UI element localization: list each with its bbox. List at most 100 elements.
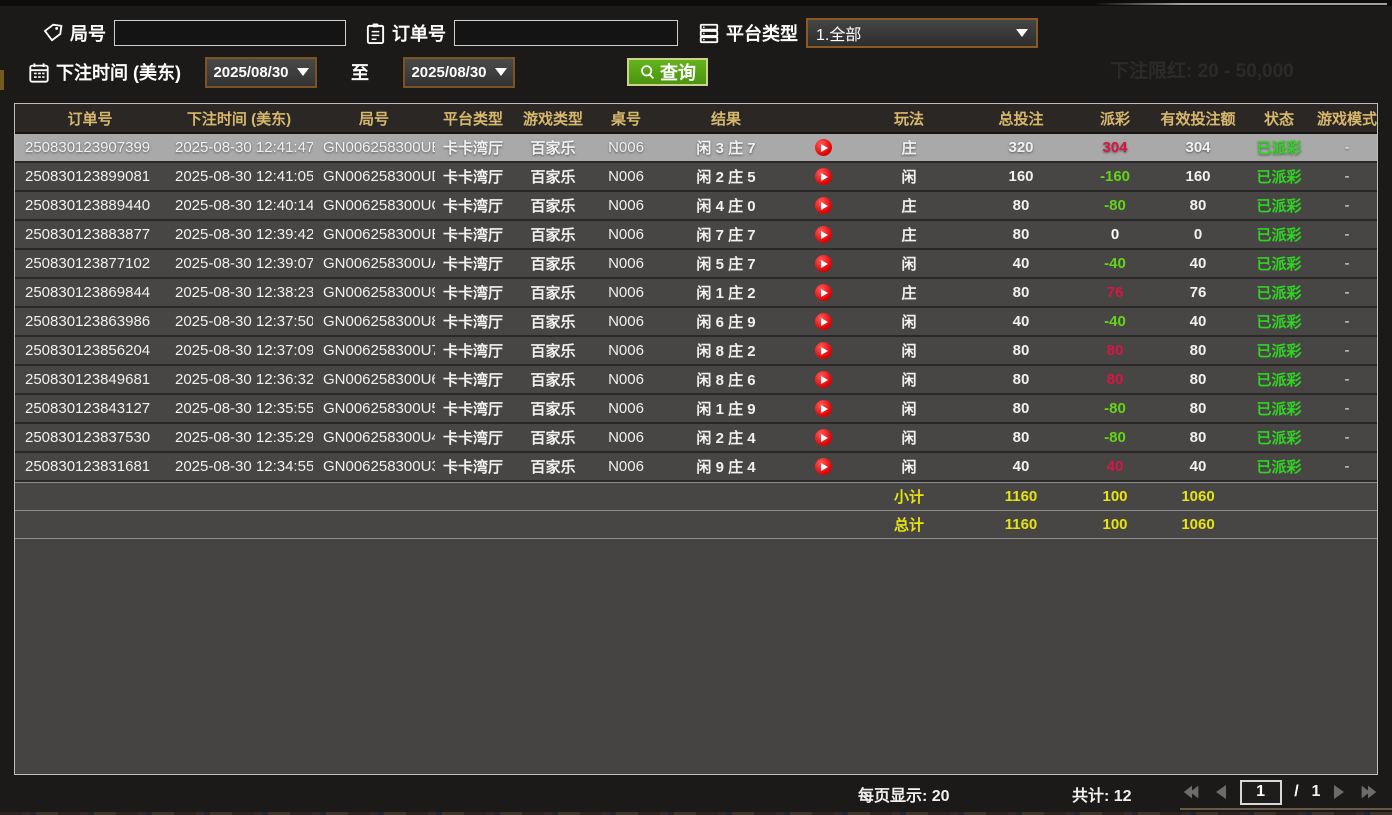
table-body: 2508301239073992025-08-30 12:41:47GN0062…: [15, 134, 1377, 482]
order-id-input[interactable]: [454, 20, 678, 46]
table-row[interactable]: 2508301238562042025-08-30 12:37:09GN0062…: [15, 337, 1377, 366]
platform-stack-icon: [698, 22, 720, 44]
cell-total-bet: 80: [967, 371, 1075, 388]
cell-result: 闲 3 庄 7: [657, 137, 795, 158]
table-row[interactable]: 2508301238431272025-08-30 12:35:55GN0062…: [15, 395, 1377, 424]
play-replay-icon[interactable]: [815, 371, 832, 388]
cell-game-mode: -: [1317, 139, 1377, 156]
cell-payout: -80: [1075, 400, 1155, 417]
date-to-value: 2025/08/30: [411, 64, 486, 81]
table-row[interactable]: 2508301239073992025-08-30 12:41:47GN0062…: [15, 134, 1377, 163]
cell-bet-option: 闲: [851, 340, 967, 361]
pagination-bar: 每页显示: 20 共计: 12 1 / 1: [0, 776, 1392, 808]
table-row[interactable]: 2508301238894402025-08-30 12:40:14GN0062…: [15, 192, 1377, 221]
play-replay-icon[interactable]: [815, 458, 832, 475]
cell-round-id: GN006258300U3: [313, 458, 435, 475]
table-row[interactable]: 2508301238838772025-08-30 12:39:42GN0062…: [15, 221, 1377, 250]
play-replay-icon[interactable]: [815, 255, 832, 272]
cell-round-id: GN006258300U8: [313, 313, 435, 330]
cell-bet-time: 2025-08-30 12:37:09: [165, 342, 313, 359]
cell-platform: 卡卡湾厅: [435, 340, 511, 361]
cell-game-type: 百家乐: [511, 166, 595, 187]
subtotal-row: 小计11601001060: [15, 482, 1377, 510]
play-replay-icon[interactable]: [815, 226, 832, 243]
cell-payout: 304: [1075, 139, 1155, 156]
top-edge-line: [1095, 3, 1387, 5]
cell-result: 闲 2 庄 4: [657, 427, 795, 448]
prev-page-button[interactable]: [1215, 784, 1227, 800]
cell-round-id: GN006258300U7: [313, 342, 435, 359]
cell-result: 闲 1 庄 9: [657, 398, 795, 419]
cell-replay: [795, 139, 851, 157]
table-row[interactable]: 2508301238990812025-08-30 12:41:05GN0062…: [15, 163, 1377, 192]
column-header-3: 平台类型: [435, 108, 511, 129]
cell-status: 已派彩: [1241, 456, 1317, 477]
cell-payout: -40: [1075, 313, 1155, 330]
cell-platform: 卡卡湾厅: [435, 398, 511, 419]
page-number-input[interactable]: 1: [1240, 780, 1282, 805]
play-replay-icon[interactable]: [815, 197, 832, 214]
round-id-input[interactable]: [114, 20, 346, 46]
play-replay-icon[interactable]: [815, 313, 832, 330]
cell-game-mode: -: [1317, 197, 1377, 214]
cell-status: 已派彩: [1241, 224, 1317, 245]
filter-bar-dates: 下注时间 (美东) 2025/08/30 至 2025/08/30 查询: [0, 55, 708, 89]
play-replay-icon[interactable]: [815, 284, 832, 301]
play-replay-icon[interactable]: [815, 168, 832, 185]
table-row[interactable]: 2508301238375302025-08-30 12:35:29GN0062…: [15, 424, 1377, 453]
play-replay-icon[interactable]: [815, 139, 832, 156]
cell-game-mode: -: [1317, 226, 1377, 243]
date-to-select[interactable]: 2025/08/30: [403, 57, 515, 88]
cell-game-type: 百家乐: [511, 253, 595, 274]
cell-replay: [795, 458, 851, 476]
column-header-5: 桌号: [595, 108, 657, 129]
cell-order-id: 250830123883877: [15, 226, 165, 243]
cell-status: 已派彩: [1241, 369, 1317, 390]
last-page-button[interactable]: [1358, 784, 1378, 800]
table-row[interactable]: 2508301238496812025-08-30 12:36:32GN0062…: [15, 366, 1377, 395]
next-page-button[interactable]: [1333, 784, 1345, 800]
cell-game-mode: -: [1317, 313, 1377, 330]
date-from-select[interactable]: 2025/08/30: [205, 57, 317, 88]
cell-replay: [795, 255, 851, 273]
cell-platform: 卡卡湾厅: [435, 195, 511, 216]
cell-payout: 0: [1075, 226, 1155, 243]
cell-bet-option: 庄: [851, 224, 967, 245]
search-icon: [639, 64, 656, 81]
platform-type-select[interactable]: 1.全部: [806, 18, 1038, 48]
cell-valid-bet: 80: [1155, 371, 1241, 388]
column-header-13: 游戏模式: [1317, 108, 1377, 129]
column-header-11: 有效投注额: [1155, 108, 1241, 129]
cell-bet-time: 2025-08-30 12:41:47: [165, 139, 313, 156]
cell-payout: -80: [1075, 197, 1155, 214]
cell-table-no: N006: [595, 313, 657, 330]
play-replay-icon[interactable]: [815, 342, 832, 359]
cell-replay: [795, 429, 851, 447]
bet-time-label: 下注时间 (美东): [56, 59, 181, 85]
cell-bet-option: 闲: [851, 369, 967, 390]
cell-result: 闲 8 庄 2: [657, 340, 795, 361]
table-empty-area: [15, 539, 1377, 774]
table-row[interactable]: 2508301238316812025-08-30 12:34:55GN0062…: [15, 453, 1377, 482]
table-row[interactable]: 2508301238771022025-08-30 12:39:07GN0062…: [15, 250, 1377, 279]
cell-bet-option: 闲: [851, 311, 967, 332]
cell-status: 已派彩: [1241, 311, 1317, 332]
table-row[interactable]: 2508301238698442025-08-30 12:38:23GN0062…: [15, 279, 1377, 308]
cell-total-bet: 80: [967, 429, 1075, 446]
cell-table-no: N006: [595, 197, 657, 214]
cell-bet-time: 2025-08-30 12:39:07: [165, 255, 313, 272]
cell-total-bet: 40: [967, 313, 1075, 330]
cell-bet-option: 闲: [851, 253, 967, 274]
play-replay-icon[interactable]: [815, 400, 832, 417]
cell-valid-bet: 304: [1155, 139, 1241, 156]
cell-game-mode: -: [1317, 429, 1377, 446]
column-header-0: 订单号: [15, 108, 165, 129]
query-button[interactable]: 查询: [627, 58, 708, 86]
cell-status: 已派彩: [1241, 253, 1317, 274]
cell-bet-time: 2025-08-30 12:35:29: [165, 429, 313, 446]
table-row[interactable]: 2508301238639862025-08-30 12:37:50GN0062…: [15, 308, 1377, 337]
play-replay-icon[interactable]: [815, 429, 832, 446]
cell-payout: -160: [1075, 168, 1155, 185]
cell-game-mode: -: [1317, 458, 1377, 475]
first-page-button[interactable]: [1182, 784, 1202, 800]
